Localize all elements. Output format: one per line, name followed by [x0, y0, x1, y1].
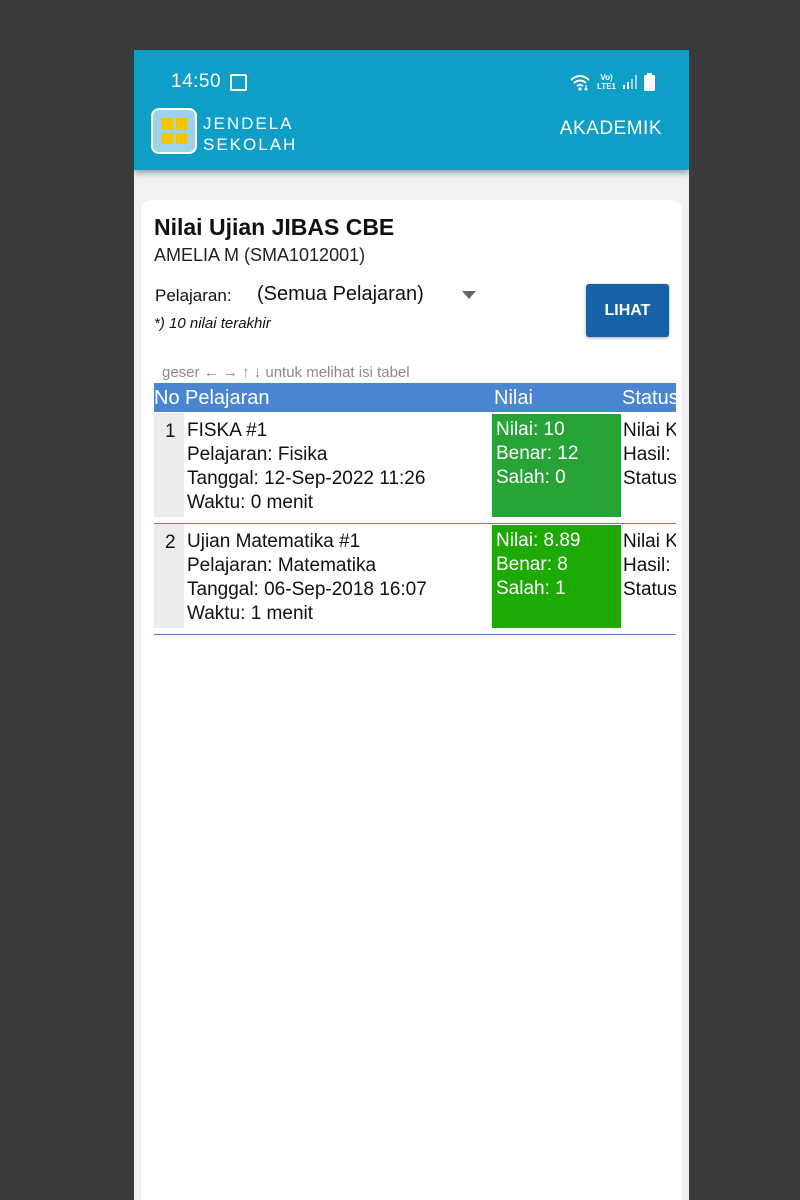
- status-line2: Hasil:: [623, 444, 671, 465]
- score-value: Nilai: 8.89: [496, 530, 581, 551]
- row-number: 2: [165, 532, 176, 553]
- exam-name: Ujian Matematika #1: [187, 531, 361, 552]
- battery-icon: [644, 73, 655, 91]
- page-title: Nilai Ujian JIBAS CBE: [154, 214, 395, 240]
- status-line1: Nilai K: [623, 420, 676, 441]
- exam-info-cell: FISKA #1 Pelajaran: Fisika Tanggal: 12-S…: [187, 419, 425, 515]
- header-pelajaran: Pelajaran: [185, 387, 270, 409]
- app-logo: [151, 108, 197, 154]
- status-cell: Nilai K Hasil: Status: [623, 530, 676, 602]
- score-value: Nilai: 10: [496, 419, 565, 440]
- header-nilai: Nilai: [494, 387, 533, 409]
- wrong-count: Salah: 1: [496, 578, 566, 599]
- network-type-label: Vo) LTE1: [597, 73, 616, 91]
- image-icon: [230, 74, 247, 91]
- row-number: 1: [165, 421, 176, 442]
- table-header: No Pelajaran Nilai Status: [154, 383, 676, 412]
- brand-name-line1: JENDELA: [203, 114, 294, 133]
- exam-duration: Waktu: 0 menit: [187, 492, 314, 513]
- status-line3: Status: [623, 468, 676, 489]
- exam-subject: Pelajaran: Fisika: [187, 444, 328, 465]
- network-label-bottom: LTE1: [597, 82, 616, 91]
- row-number-cell: 2: [154, 524, 184, 628]
- score-cell: Nilai: 8.89 Benar: 8 Salah: 1: [492, 525, 621, 628]
- exam-subject: Pelajaran: Matematika: [187, 555, 377, 576]
- exam-duration: Waktu: 1 menit: [187, 603, 314, 624]
- app-bar: 14:50 Vo) LTE1 JENDELA SEKOLAH AKADEMIK: [134, 50, 689, 170]
- subject-select-value: (Semua Pelajaran): [257, 283, 424, 305]
- last-scores-note: *) 10 nilai terakhir: [154, 315, 271, 332]
- header-no: No: [154, 387, 180, 409]
- subject-select[interactable]: (Semua Pelajaran): [257, 281, 482, 309]
- exam-date: Tanggal: 12-Sep-2022 11:26: [187, 468, 426, 489]
- dropdown-caret-icon: [462, 291, 476, 299]
- status-time: 14:50: [171, 71, 222, 92]
- correct-count: Benar: 12: [496, 443, 579, 464]
- header-status: Status: [622, 387, 676, 409]
- exam-info-cell: Ujian Matematika #1 Pelajaran: Matematik…: [187, 530, 427, 626]
- student-name: AMELIA M (SMA1012001): [154, 245, 366, 265]
- row-number-cell: 1: [154, 413, 184, 517]
- lihat-button[interactable]: LIHAT: [586, 284, 669, 337]
- correct-count: Benar: 8: [496, 554, 568, 575]
- subject-filter-label: Pelajaran:: [155, 286, 232, 305]
- wifi-icon: [570, 75, 590, 91]
- window-grid-icon: [161, 118, 187, 144]
- exam-date: Tanggal: 06-Sep-2018 16:07: [187, 579, 427, 600]
- scores-table[interactable]: No Pelajaran Nilai Status 1 FISKA #1 Pel…: [154, 383, 676, 643]
- exam-name: FISKA #1: [187, 420, 268, 441]
- status-line1: Nilai K: [623, 531, 676, 552]
- status-cell: Nilai K Hasil: Status: [623, 419, 676, 491]
- score-cell: Nilai: 10 Benar: 12 Salah: 0: [492, 414, 621, 517]
- brand-name-line2: SEKOLAH: [203, 135, 298, 154]
- akademik-menu[interactable]: AKADEMIK: [560, 118, 662, 140]
- network-label-top: Vo): [600, 73, 613, 82]
- status-line3: Status: [623, 579, 676, 600]
- status-icons: Vo) LTE1: [569, 72, 655, 92]
- phone-screen: 14:50 Vo) LTE1 JENDELA SEKOLAH AKADEMIK …: [134, 50, 689, 1200]
- content-card: Nilai Ujian JIBAS CBE AMELIA M (SMA10120…: [141, 200, 682, 1200]
- wrong-count: Salah: 0: [496, 467, 566, 488]
- scroll-hint: geser ← → ↑ ↓ untuk melihat isi tabel: [162, 364, 410, 381]
- signal-icon: [623, 75, 637, 89]
- table-row[interactable]: 2 Ujian Matematika #1 Pelajaran: Matemat…: [154, 524, 676, 635]
- status-line2: Hasil:: [623, 555, 671, 576]
- table-row[interactable]: 1 FISKA #1 Pelajaran: Fisika Tanggal: 12…: [154, 413, 676, 524]
